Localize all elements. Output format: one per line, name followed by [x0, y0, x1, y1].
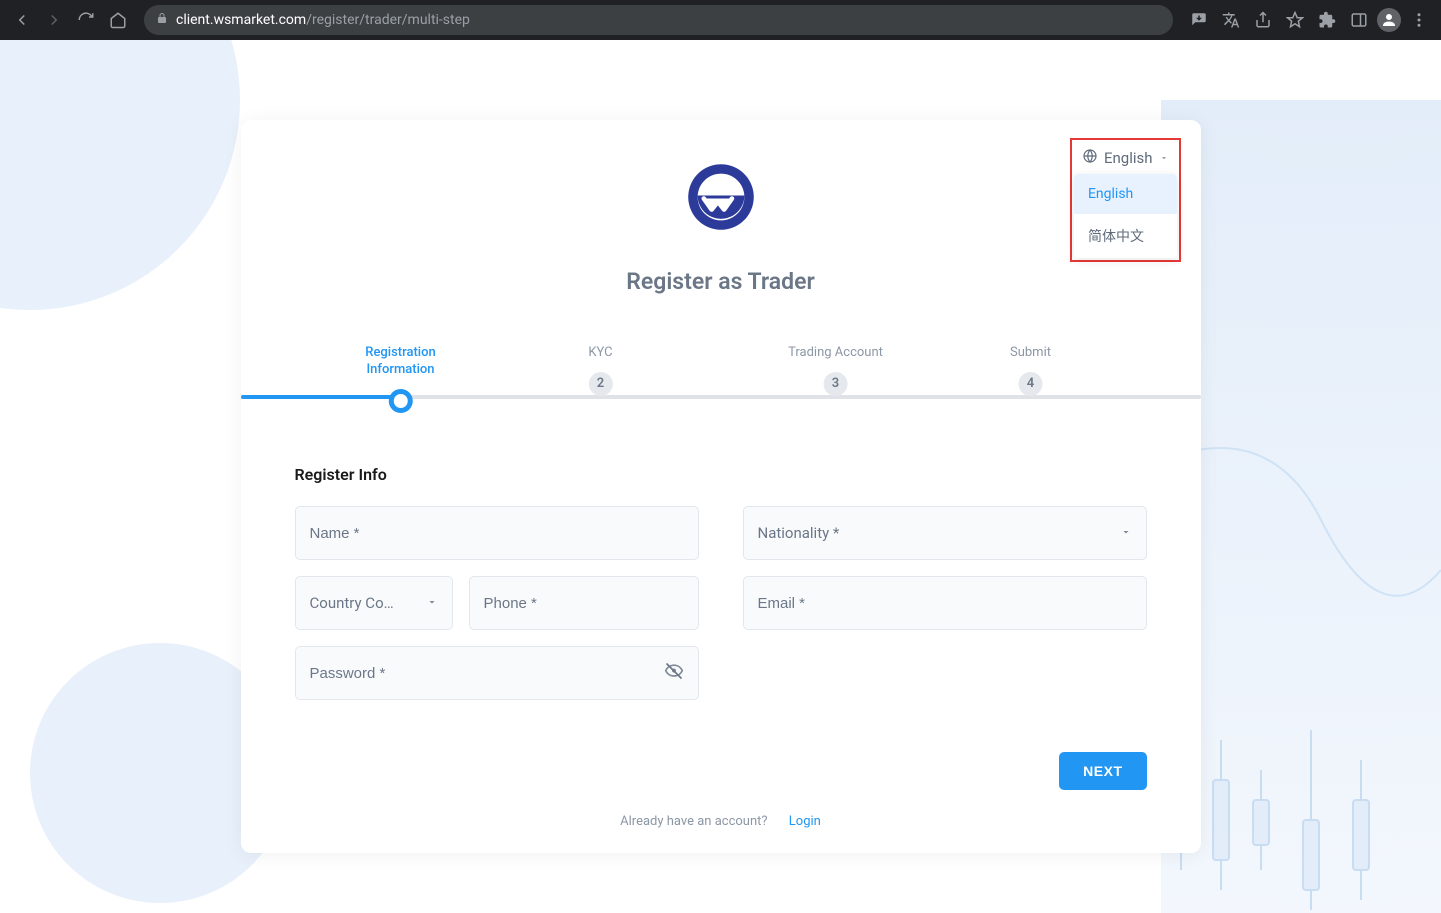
next-button[interactable]: NEXT	[1059, 752, 1146, 790]
browser-toolbar: client.wsmarket.com/register/trader/mult…	[0, 0, 1441, 40]
page-title: Register as Trader	[626, 268, 815, 295]
step-number: 4	[1019, 372, 1043, 396]
language-option-chinese[interactable]: 简体中文	[1074, 214, 1177, 258]
install-app-icon[interactable]	[1185, 6, 1213, 34]
profile-icon[interactable]	[1377, 8, 1401, 32]
translate-icon[interactable]	[1217, 6, 1245, 34]
login-link[interactable]: Login	[789, 814, 821, 829]
phone-input[interactable]	[484, 595, 684, 612]
step-registration-info: Registration Information	[365, 345, 435, 413]
chevron-down-icon	[426, 594, 438, 612]
password-input[interactable]	[310, 665, 664, 682]
chevron-down-icon	[1159, 149, 1169, 167]
language-option-english[interactable]: English	[1074, 174, 1177, 214]
step-submit: Submit 4	[1010, 345, 1051, 396]
nationality-select[interactable]: Nationality *	[743, 506, 1147, 560]
step-label: Submit	[1010, 345, 1051, 362]
step-kyc: KYC 2	[588, 345, 612, 396]
menu-icon[interactable]	[1405, 6, 1433, 34]
language-current-label: English	[1104, 149, 1153, 167]
share-icon[interactable]	[1249, 6, 1277, 34]
language-menu: English 简体中文	[1074, 174, 1177, 258]
lock-icon	[156, 12, 168, 28]
step-label: KYC	[588, 345, 612, 362]
back-button[interactable]	[8, 6, 36, 34]
section-title: Register Info	[295, 465, 1147, 484]
globe-icon	[1082, 148, 1098, 168]
brand-logo-icon	[682, 158, 760, 240]
password-field[interactable]	[295, 646, 699, 700]
home-button[interactable]	[104, 6, 132, 34]
name-field[interactable]	[295, 506, 699, 560]
language-selector-highlight: English English 简体中文	[1070, 138, 1181, 262]
bg-decoration	[0, 40, 240, 310]
step-number: 3	[824, 372, 848, 396]
phone-field[interactable]	[469, 576, 699, 630]
email-field[interactable]	[743, 576, 1147, 630]
url-text: client.wsmarket.com/register/trader/mult…	[176, 12, 470, 28]
step-number: 2	[589, 372, 613, 396]
reload-button[interactable]	[72, 6, 100, 34]
step-trading-account: Trading Account 3	[788, 345, 883, 396]
name-input[interactable]	[310, 525, 684, 542]
bg-decoration	[1161, 100, 1441, 913]
language-trigger[interactable]: English	[1074, 142, 1177, 174]
nationality-placeholder: Nationality *	[758, 524, 840, 542]
register-form: Register Info Nationality * Country Cod…	[241, 465, 1201, 700]
sidepanel-icon[interactable]	[1345, 6, 1373, 34]
email-input[interactable]	[758, 595, 1132, 612]
forward-button[interactable]	[40, 6, 68, 34]
country-code-select[interactable]: Country Cod…	[295, 576, 453, 630]
address-bar[interactable]: client.wsmarket.com/register/trader/mult…	[144, 5, 1173, 35]
step-label: Registration Information	[365, 345, 435, 379]
candlestick-bg-icon	[1161, 100, 1441, 913]
registration-card: English English 简体中文 Register as Trader	[241, 120, 1201, 853]
login-prompt-row: Already have an account? Login	[241, 814, 1201, 829]
bookmark-icon[interactable]	[1281, 6, 1309, 34]
country-code-placeholder: Country Cod…	[310, 594, 400, 612]
progress-stepper: Registration Information KYC 2 Trading A…	[241, 345, 1201, 415]
step-label: Trading Account	[788, 345, 883, 362]
chevron-down-icon	[1120, 524, 1132, 542]
extensions-icon[interactable]	[1313, 6, 1341, 34]
login-prompt-text: Already have an account?	[620, 814, 767, 829]
toggle-password-visibility-icon[interactable]	[664, 661, 684, 685]
